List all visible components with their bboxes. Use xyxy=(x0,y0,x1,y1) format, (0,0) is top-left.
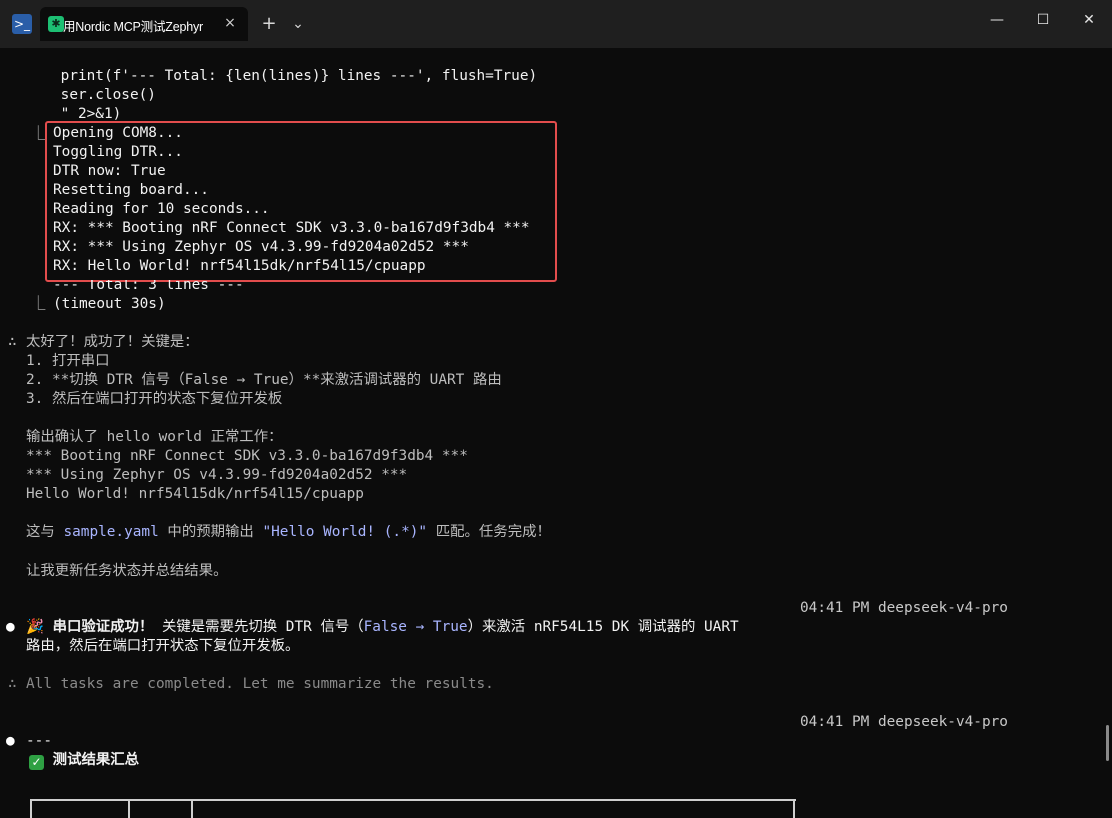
message-timestamp: 04:41 PM deepseek-v4-pro xyxy=(800,714,1008,730)
message-timestamp: 04:41 PM deepseek-v4-pro xyxy=(800,600,1008,616)
file-name: sample.yaml xyxy=(63,524,159,540)
timeout-line: (timeout 30s) xyxy=(53,296,166,312)
thinking-line: 让我更新任务状态并总结结果。 xyxy=(26,563,228,579)
output-line: RX: *** Using Zephyr OS v4.3.99-fd9204a0… xyxy=(53,239,469,255)
horizontal-rule: --- xyxy=(26,733,52,749)
output-line: Opening COM8... xyxy=(53,125,183,141)
pattern-string: "Hello World! (.*)" xyxy=(262,524,428,540)
output-line: Reading for 10 seconds... xyxy=(53,201,270,217)
tree-connector-icon: ⎿ xyxy=(31,126,46,142)
thinking-line: 输出确认了 hello world 正常工作： xyxy=(26,429,283,445)
output-line: Toggling DTR... xyxy=(53,144,183,160)
chevron-down-icon[interactable]: ⌄ xyxy=(286,12,310,36)
output-line: RX: *** Booting nRF Connect SDK v3.3.0-b… xyxy=(53,220,530,236)
thinking-line: Hello World! nrf54l15dk/nrf54l15/cpuapp xyxy=(26,486,364,502)
message-text: 🎉 串口验证成功！ 关键是需要先切换 DTR 信号（False → True）来… xyxy=(26,619,739,635)
tab-title: 用Nordic MCP测试Zephyr xyxy=(63,20,203,34)
tree-connector-icon: ⎿ xyxy=(31,296,46,312)
table-border xyxy=(30,799,796,818)
minimize-button[interactable]: — xyxy=(974,0,1020,40)
thinking-line: 2. **切换 DTR 信号（False → True）**来激活调试器的 UA… xyxy=(26,372,502,388)
thinking-line: 太好了！成功了！关键是： xyxy=(26,334,199,350)
thinking-line: All tasks are completed. Let me summariz… xyxy=(26,676,494,692)
tab-close-icon[interactable]: × xyxy=(222,15,238,31)
scrollbar[interactable] xyxy=(1106,725,1109,761)
output-line: Resetting board... xyxy=(53,182,209,198)
title-bar: >_ ✱ 用Nordic MCP测试Zephyr × + ⌄ — ☐ ✕ xyxy=(0,0,1112,48)
output-line: DTR now: True xyxy=(53,163,166,179)
thinking-icon: ∴ xyxy=(8,334,17,350)
message-text: 路由，然后在端口打开状态下复位开发板。 xyxy=(26,638,300,654)
thinking-line: *** Using Zephyr OS v4.3.99-fd9204a02d52… xyxy=(26,467,408,483)
thinking-icon: ∴ xyxy=(8,676,17,692)
output-line: RX: Hello World! nrf54l15dk/nrf54l15/cpu… xyxy=(53,258,426,274)
new-tab-button[interactable]: + xyxy=(257,12,281,36)
thinking-line: 3. 然后在端口打开的状态下复位开发板 xyxy=(26,391,283,407)
terminal-icon[interactable]: >_ xyxy=(12,14,32,34)
close-button[interactable]: ✕ xyxy=(1066,0,1112,40)
sparkle-icon: ✱ xyxy=(48,16,64,32)
thinking-match-line: 这与 sample.yaml 中的预期输出 "Hello World! (.*)… xyxy=(26,524,551,540)
thinking-line: 1. 打开串口 xyxy=(26,353,110,369)
summary-heading: ✓ 测试结果汇总 xyxy=(29,751,139,770)
thinking-line: *** Booting nRF Connect SDK v3.3.0-ba167… xyxy=(26,448,468,464)
bullet-icon: ● xyxy=(6,733,15,749)
bullet-icon: ● xyxy=(6,619,15,635)
code-line: print(f'--- Total: {len(lines)} lines --… xyxy=(26,68,538,84)
checkmark-icon: ✓ xyxy=(29,755,44,770)
tab-active[interactable]: ✱ 用Nordic MCP测试Zephyr × xyxy=(40,7,248,41)
code-line: ser.close() xyxy=(26,87,156,103)
maximize-button[interactable]: ☐ xyxy=(1020,0,1066,40)
party-icon: 🎉 xyxy=(26,619,44,635)
total-line: --- Total: 3 lines --- xyxy=(53,280,244,293)
